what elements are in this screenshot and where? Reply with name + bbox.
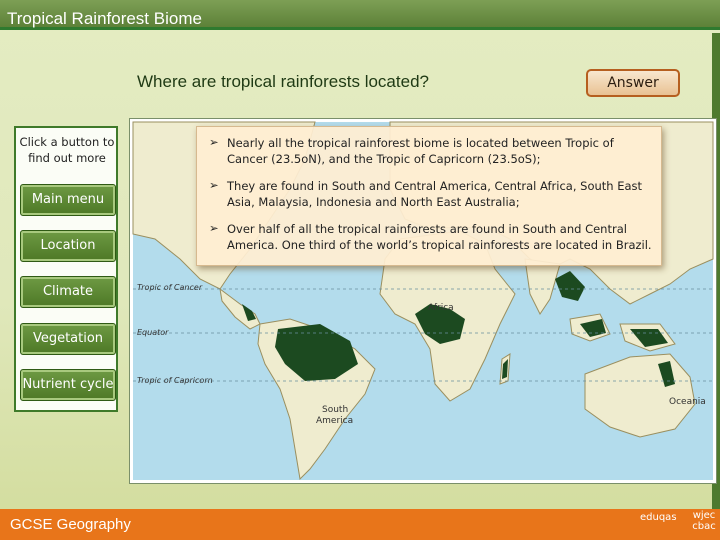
bullet-arrow-icon: ➢	[209, 135, 219, 149]
tropic-of-cancer-label: Tropic of Cancer	[137, 283, 203, 292]
nav-panel: Click a button to find out more Main men…	[14, 126, 118, 412]
bullet-text: Over half of all the tropical rainforest…	[227, 222, 652, 252]
nav-hint: Click a button to find out more	[19, 135, 115, 165]
bullet-text: Nearly all the tropical rainforest biome…	[227, 136, 614, 166]
eduqas-logo: eduqas	[640, 512, 677, 523]
bullet-arrow-icon: ➢	[209, 221, 219, 235]
climate-button[interactable]: Climate	[20, 276, 116, 308]
vegetation-button[interactable]: Vegetation	[20, 323, 116, 355]
south-america-label-line: America	[316, 416, 353, 426]
info-bullet: ➢ Nearly all the tropical rainforest bio…	[209, 135, 655, 167]
footer-brand: GCSE Geography	[10, 516, 131, 533]
wjec-cbac-logo: wjec cbac	[692, 510, 716, 532]
location-button[interactable]: Location	[20, 230, 116, 262]
main-menu-button[interactable]: Main menu	[20, 184, 116, 216]
answer-button[interactable]: Answer	[586, 69, 680, 97]
bullet-arrow-icon: ➢	[209, 178, 219, 192]
tropic-of-capricorn-label: Tropic of Capricorn	[137, 376, 213, 385]
bullet-text: They are found in South and Central Amer…	[227, 179, 643, 209]
equator-label: Equator	[137, 328, 169, 337]
title-bar: Tropical Rainforest Biome	[0, 0, 720, 30]
app-title: Tropical Rainforest Biome	[7, 9, 202, 28]
south-america-label: South America	[316, 405, 353, 426]
info-bullet: ➢ Over half of all the tropical rainfore…	[209, 221, 655, 253]
question-heading: Where are tropical rainforests located?	[137, 72, 429, 91]
oceania-label: Oceania	[669, 397, 706, 407]
nutrient-cycle-button[interactable]: Nutrient cycle	[20, 369, 116, 401]
africa-label: Africa	[428, 303, 454, 313]
answer-popup: ➢ Nearly all the tropical rainforest bio…	[196, 126, 662, 266]
south-america-label-line: South	[322, 405, 348, 415]
info-bullet: ➢ They are found in South and Central Am…	[209, 178, 655, 210]
footer-bar: GCSE Geography eduqas wjec cbac	[0, 509, 720, 540]
